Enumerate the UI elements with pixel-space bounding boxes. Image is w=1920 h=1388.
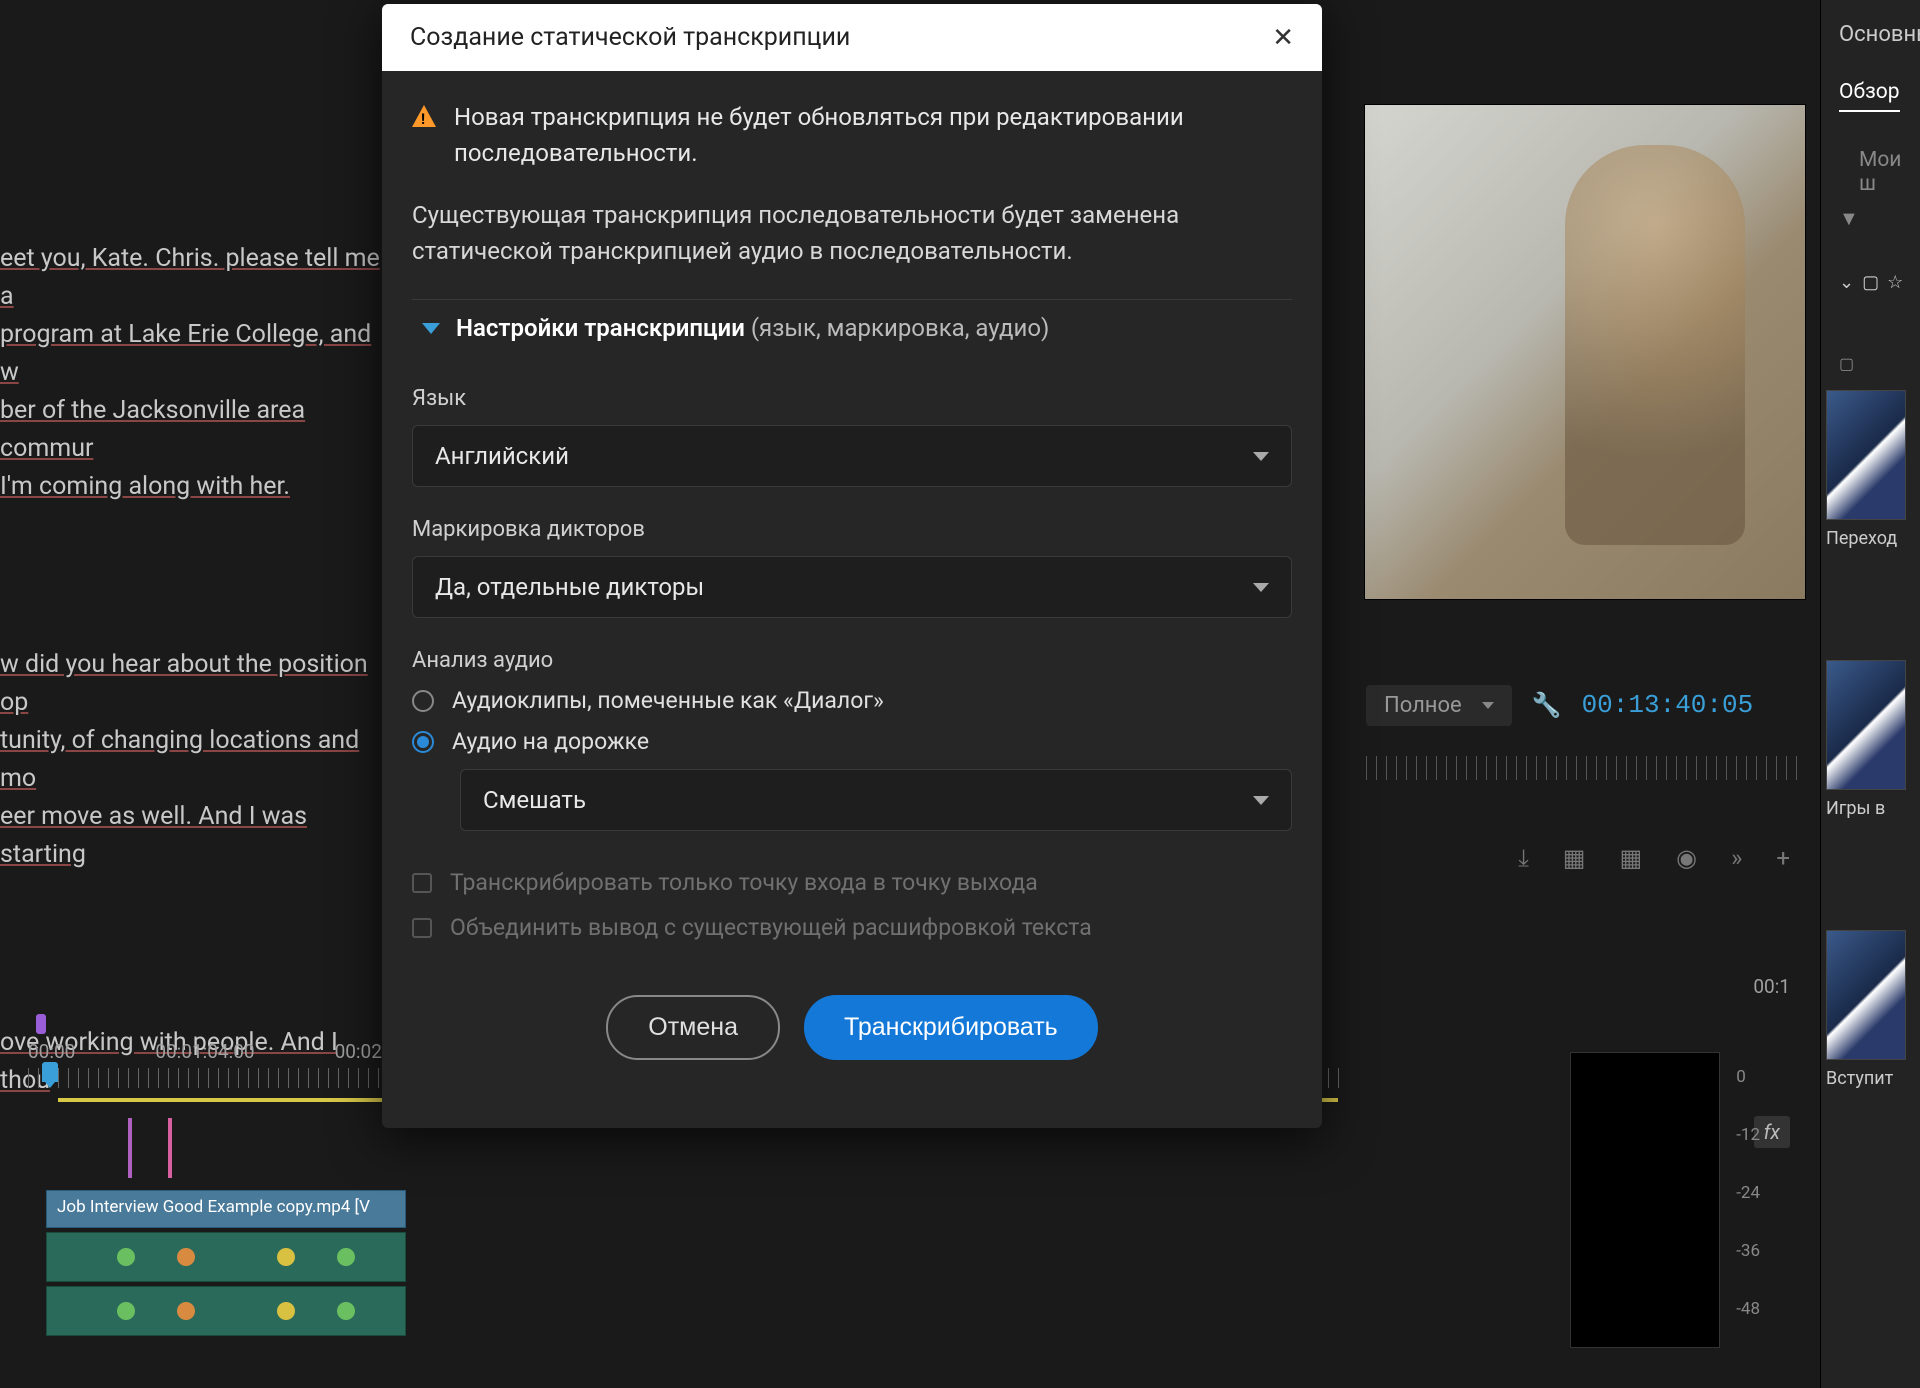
speaker-labeling-label: Маркировка дикторов [412, 517, 1292, 542]
speaker-labeling-dropdown[interactable]: Да, отдельные дикторы [412, 556, 1292, 618]
chevron-down-icon [1253, 452, 1269, 461]
checkbox-icon [412, 873, 432, 893]
close-icon: ✕ [1272, 22, 1294, 52]
close-button[interactable]: ✕ [1272, 22, 1294, 53]
radio-label: Аудио на дорожке [452, 728, 649, 755]
section-title: Настройки транскрипции (язык, маркировка… [456, 314, 1049, 342]
checkbox-label: Объединить вывод с существующей расшифро… [450, 914, 1092, 941]
radio-icon [412, 731, 434, 753]
checkbox-merge-existing[interactable]: Объединить вывод с существующей расшифро… [412, 914, 1292, 941]
dropdown-value: Смешать [483, 786, 586, 814]
chevron-down-icon [1253, 796, 1269, 805]
info-text: Существующая транскрипция последовательн… [412, 197, 1292, 269]
dialog-header: Создание статической транскрипции ✕ [382, 4, 1322, 71]
radio-icon [412, 690, 434, 712]
dropdown-value: Английский [435, 442, 569, 470]
language-label: Язык [412, 386, 1292, 411]
transcription-dialog: Создание статической транскрипции ✕ Нова… [382, 4, 1322, 1128]
track-mix-dropdown[interactable]: Смешать [460, 769, 1292, 831]
checkbox-icon [412, 918, 432, 938]
warning-icon [412, 105, 436, 127]
audio-analysis-label: Анализ аудио [412, 648, 1292, 673]
radio-audio-on-track[interactable]: Аудио на дорожке [412, 728, 1292, 755]
dialog-title: Создание статической транскрипции [410, 23, 850, 52]
dropdown-value: Да, отдельные дикторы [435, 573, 704, 601]
chevron-down-icon [422, 323, 440, 334]
chevron-down-icon [1253, 583, 1269, 592]
checkbox-in-out-only[interactable]: Транскрибировать только точку входа в то… [412, 869, 1292, 896]
radio-dialog-clips[interactable]: Аудиоклипы, помеченные как «Диалог» [412, 687, 1292, 714]
radio-label: Аудиоклипы, помеченные как «Диалог» [452, 687, 884, 714]
cancel-button[interactable]: Отмена [606, 995, 780, 1060]
warning-text: Новая транскрипция не будет обновляться … [454, 99, 1292, 171]
dialog-footer: Отмена Транскрибировать [412, 959, 1292, 1100]
language-dropdown[interactable]: Английский [412, 425, 1292, 487]
settings-section-toggle[interactable]: Настройки транскрипции (язык, маркировка… [412, 299, 1292, 356]
transcribe-button[interactable]: Транскрибировать [804, 995, 1098, 1060]
checkbox-label: Транскрибировать только точку входа в то… [450, 869, 1038, 896]
modal-backdrop: Создание статической транскрипции ✕ Нова… [0, 0, 1920, 1388]
